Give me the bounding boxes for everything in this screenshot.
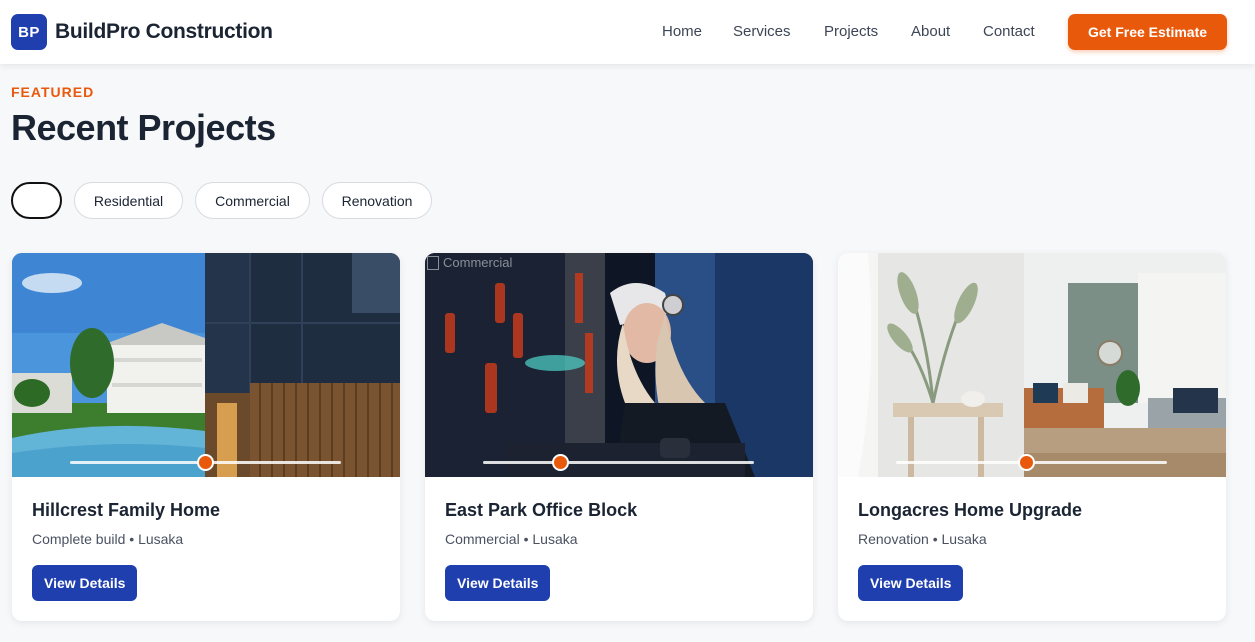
project-title: Hillcrest Family Home <box>32 500 221 520</box>
project-card: Longacres Home Upgrade Renovation • Lusa… <box>838 253 1226 621</box>
comparison-slider-handle[interactable] <box>197 454 214 471</box>
broken-image-icon <box>427 255 439 270</box>
get-estimate-button[interactable]: Get Free Estimate <box>1068 14 1227 50</box>
filter-all[interactable] <box>11 182 62 219</box>
section-eyebrow: FEATURED <box>11 84 95 100</box>
project-title: Longacres Home Upgrade <box>858 500 1083 520</box>
brand-name[interactable]: BuildPro Construction <box>55 20 273 44</box>
project-meta: Commercial • Lusaka <box>445 531 578 547</box>
project-card: Commercial East Park Office Block Commer… <box>425 253 813 621</box>
broken-image-alt: Commercial <box>427 255 512 270</box>
project-category: Renovation <box>858 531 929 547</box>
project-card: Hillcrest Family Home Complete build • L… <box>12 253 400 621</box>
meta-separator: • <box>932 531 942 547</box>
nav-home[interactable]: Home <box>662 23 702 40</box>
project-location: Lusaka <box>138 531 184 547</box>
filter-renovation[interactable]: Renovation <box>322 182 432 219</box>
project-meta: Renovation • Lusaka <box>858 531 987 547</box>
section-title: Recent Projects <box>11 107 276 148</box>
project-category: Complete build <box>32 531 126 547</box>
site-header: BP BuildPro Construction Home Services P… <box>0 0 1255 64</box>
project-location: Lusaka <box>532 531 578 547</box>
project-location: Lusaka <box>941 531 987 547</box>
filter-residential[interactable]: Residential <box>74 182 183 219</box>
image-alt-text: Commercial <box>443 255 513 270</box>
view-details-button[interactable]: View Details <box>445 565 551 601</box>
comparison-slider-track[interactable] <box>483 461 754 464</box>
before-after-image: Commercial <box>425 253 813 477</box>
view-details-button[interactable]: View Details <box>32 565 138 601</box>
nav-services[interactable]: Services <box>733 23 791 40</box>
project-category: Commercial <box>445 531 520 547</box>
comparison-slider-handle[interactable] <box>552 454 569 471</box>
before-after-image <box>12 253 400 477</box>
nav-contact[interactable]: Contact <box>983 23 1035 40</box>
nav-about[interactable]: About <box>911 23 950 40</box>
before-after-image <box>838 253 1226 477</box>
project-meta: Complete build • Lusaka <box>32 531 183 547</box>
logo-badge[interactable]: BP <box>11 14 47 50</box>
comparison-slider-handle[interactable] <box>1018 454 1035 471</box>
nav-projects[interactable]: Projects <box>824 23 878 40</box>
view-details-button[interactable]: View Details <box>858 565 964 601</box>
filter-commercial[interactable]: Commercial <box>195 182 310 219</box>
project-title: East Park Office Block <box>445 500 638 520</box>
meta-separator: • <box>129 531 139 547</box>
